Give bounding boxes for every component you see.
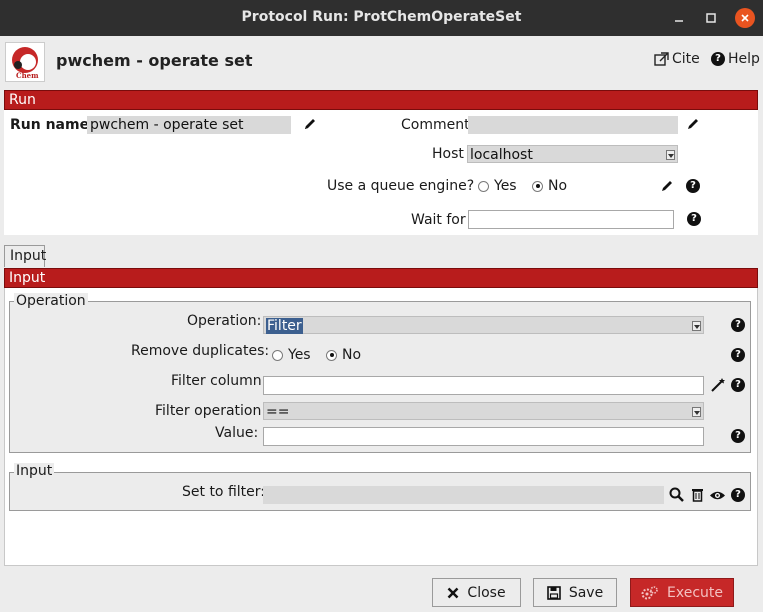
- filter-column-input[interactable]: [263, 376, 704, 395]
- operation-group-title: Operation: [14, 293, 88, 309]
- minimize-button[interactable]: [667, 6, 691, 30]
- operation-value: Filter: [266, 318, 303, 334]
- trash-icon: [692, 489, 703, 502]
- set-to-filter-label: Set to filter:: [182, 484, 265, 500]
- remove-dup-yes-radio[interactable]: Yes: [272, 347, 311, 363]
- queue-no-label: No: [548, 178, 568, 194]
- logo-text: Chem: [16, 71, 39, 80]
- search-icon: [669, 487, 684, 502]
- protocol-title: pwchem - operate set: [56, 51, 253, 70]
- wait-for-label: Wait for: [411, 212, 466, 228]
- value-label: Value:: [215, 425, 259, 441]
- remove-dup-yes-label: Yes: [288, 347, 311, 363]
- filter-column-help-icon[interactable]: ?: [731, 378, 745, 392]
- comment-field[interactable]: [468, 116, 678, 134]
- set-to-filter-help-icon[interactable]: ?: [731, 488, 745, 502]
- execute-button[interactable]: Execute: [630, 578, 734, 607]
- question-circle-icon: ?: [711, 52, 725, 66]
- queue-label: Use a queue engine?: [327, 178, 475, 194]
- close-button[interactable]: Close: [432, 578, 521, 607]
- operation-label: Operation:: [187, 313, 262, 329]
- host-value: localhost: [470, 147, 533, 163]
- edit-queue-button[interactable]: [660, 179, 674, 197]
- queue-help-icon[interactable]: ?: [686, 179, 700, 193]
- input-section-bar: Input: [4, 268, 758, 288]
- radio-selected-icon: [532, 180, 543, 192]
- remove-duplicates-help-icon[interactable]: ?: [731, 348, 745, 362]
- set-to-filter-field[interactable]: [263, 486, 664, 504]
- value-help-icon[interactable]: ?: [731, 429, 745, 443]
- filter-operation-value: ==: [266, 404, 290, 420]
- pencil-icon: [305, 119, 315, 129]
- help-link[interactable]: ? Help: [711, 51, 760, 67]
- browse-button[interactable]: [669, 487, 684, 506]
- cite-label: Cite: [672, 51, 700, 67]
- view-button[interactable]: [709, 489, 726, 505]
- remove-dup-no-radio[interactable]: No: [326, 347, 361, 363]
- radio-icon: [272, 349, 283, 361]
- clear-button[interactable]: [691, 487, 704, 506]
- run-section-bar: Run: [4, 90, 758, 110]
- queue-yes-radio[interactable]: Yes: [478, 178, 517, 194]
- operation-help-icon[interactable]: ?: [731, 318, 745, 332]
- help-label: Help: [728, 51, 760, 67]
- chem-logo: Chem: [5, 42, 45, 82]
- filter-column-label: Filter column:: [171, 373, 267, 389]
- run-name-field[interactable]: pwchem - operate set: [87, 116, 291, 134]
- window-titlebar: Protocol Run: ProtChemOperateSet: [0, 0, 763, 36]
- filter-operation-label: Filter operation:: [155, 403, 267, 419]
- radio-selected-icon: [326, 349, 337, 361]
- radio-icon: [478, 180, 489, 192]
- minimize-icon: [675, 20, 683, 22]
- wait-for-input[interactable]: [468, 210, 674, 229]
- close-icon: [448, 587, 459, 598]
- edit-run-name-button[interactable]: [303, 117, 317, 135]
- remove-duplicates-label: Remove duplicates:: [131, 343, 270, 359]
- close-icon: [741, 14, 749, 22]
- chevron-down-icon: [692, 321, 701, 331]
- execute-label: Execute: [667, 584, 723, 601]
- floppy-disk-icon: [547, 585, 561, 600]
- remove-dup-no-label: No: [342, 347, 362, 363]
- magic-wand-icon: [711, 378, 725, 392]
- save-button[interactable]: Save: [533, 578, 617, 607]
- magic-wand-button[interactable]: [710, 377, 726, 397]
- maximize-icon: [706, 13, 716, 23]
- pencil-icon: [688, 119, 698, 129]
- queue-no-radio[interactable]: No: [532, 178, 567, 194]
- host-label: Host: [432, 146, 464, 162]
- chevron-down-icon: [692, 407, 701, 417]
- close-window-button[interactable]: [735, 8, 755, 28]
- wait-for-help-icon[interactable]: ?: [687, 212, 701, 226]
- value-input[interactable]: [263, 427, 704, 446]
- maximize-button[interactable]: [699, 6, 723, 30]
- pencil-icon: [662, 181, 672, 191]
- chevron-down-icon: [666, 150, 675, 160]
- eye-icon: [710, 491, 725, 500]
- tab-input[interactable]: Input: [4, 245, 46, 267]
- edit-comment-button[interactable]: [686, 117, 700, 135]
- filter-operation-select[interactable]: ==: [263, 402, 704, 420]
- close-label: Close: [467, 584, 506, 601]
- queue-yes-label: Yes: [494, 178, 517, 194]
- cite-link[interactable]: Cite: [654, 51, 700, 67]
- external-link-icon: [654, 52, 669, 66]
- save-label: Save: [568, 584, 604, 601]
- window-title: Protocol Run: ProtChemOperateSet: [241, 9, 522, 25]
- cogs-icon: [641, 586, 658, 600]
- operation-select[interactable]: Filter: [263, 316, 704, 334]
- run-name-label: Run name: [10, 117, 90, 133]
- comment-label: Comment: [401, 117, 470, 133]
- host-select[interactable]: localhost: [467, 145, 678, 163]
- input-group-title: Input: [14, 463, 55, 479]
